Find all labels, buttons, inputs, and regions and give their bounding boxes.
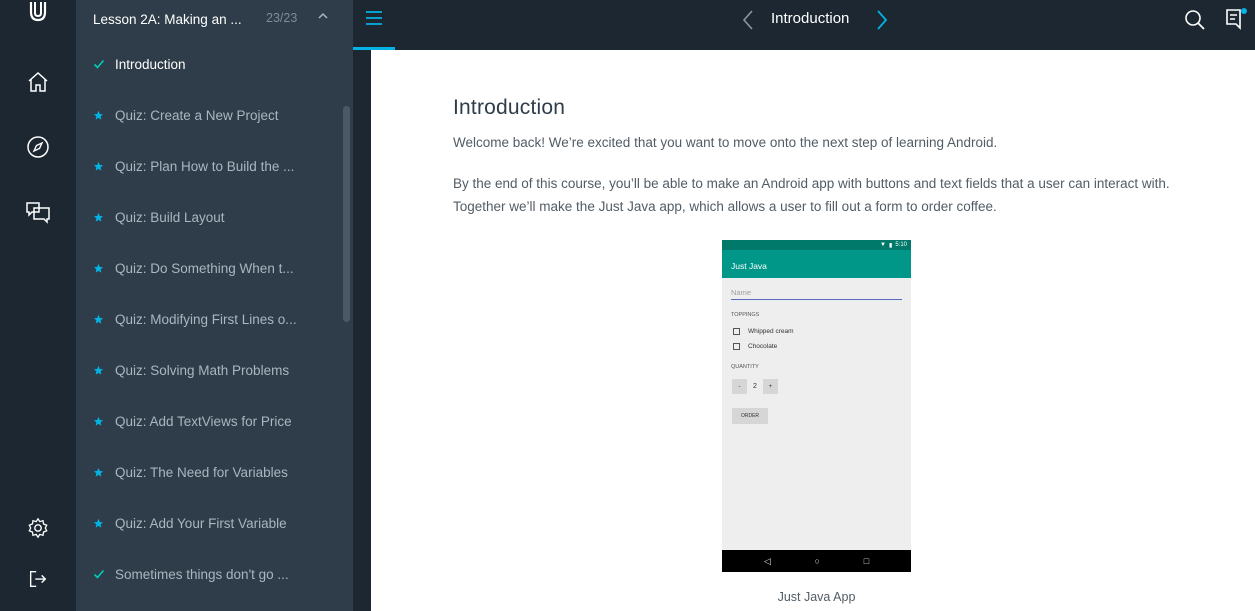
phone-name-field: Name [731,288,902,300]
wifi-icon: ▼ [880,242,886,248]
settings-icon[interactable] [0,517,76,539]
checkbox-icon [733,343,740,350]
compass-icon[interactable] [0,135,76,159]
phone-plus: + [762,379,778,394]
search-icon[interactable] [1183,8,1207,37]
phone-topping-2-label: Chocolate [748,343,778,350]
checkbox-icon [733,328,740,335]
concept-item[interactable]: Quiz: Modifying First Lines o... [76,299,341,339]
concept-item[interactable]: Quiz: The Need for Variables [76,452,341,492]
checkmark-icon [93,568,115,580]
star-icon [93,365,115,376]
concept-item[interactable]: Introduction [76,44,341,84]
concept-item-label: Quiz: The Need for Variables [115,464,288,480]
top-bar: Introduction [353,0,1255,50]
concept-item[interactable]: Sometimes things don't go ... [76,554,341,594]
icon-rail [0,0,76,611]
concept-title: Introduction [771,10,850,27]
concept-item[interactable]: Quiz: Do Something When t... [76,248,341,288]
star-icon [93,110,115,121]
battery-icon: ▮ [889,242,893,249]
lesson-content: Introduction Welcome back! We’re excited… [371,50,1255,611]
phone-status-bar: ▼ ▮ 5:10 [722,240,911,250]
just-java-app-image: ▼ ▮ 5:10 Just Java Name TOPPINGS Whipped… [722,240,911,572]
concept-item-label: Quiz: Create a New Project [115,107,279,123]
phone-topping-2: Chocolate [733,343,777,350]
home-icon[interactable] [0,70,76,94]
phone-order-button: ORDER [732,408,768,424]
concept-item-label: Introduction [115,56,186,72]
concept-item-label: Quiz: Add Your First Variable [115,515,287,531]
content-heading: Introduction [453,96,566,119]
concept-item-label: Quiz: Modifying First Lines o... [115,311,297,327]
star-icon [93,518,115,529]
previous-chevron-icon[interactable] [741,8,755,37]
lesson-title: Lesson 2A: Making an ... [93,11,242,27]
phone-quantity-stepper: - 2 + [732,379,778,394]
phone-toppings-label: TOPPINGS [731,312,760,318]
content-paragraph-1: Welcome back! We’re excited that you wan… [453,135,998,150]
phone-quantity-label: QUANTITY [731,364,759,370]
logout-icon[interactable] [0,568,76,590]
concept-item-label: Quiz: Build Layout [115,209,225,225]
phone-app-bar: Just Java [722,250,911,278]
phone-minus: - [732,379,747,394]
star-icon [93,263,115,274]
phone-topping-1: Whipped cream [733,328,794,335]
concept-item[interactable]: Quiz: Add TextViews for Price [76,401,341,441]
panel-gutter [353,0,371,611]
chevron-up-icon[interactable] [317,9,329,27]
star-icon [93,416,115,427]
udacity-logo-icon[interactable] [0,2,76,24]
phone-time: 5:10 [895,242,907,248]
concept-item-label: Quiz: Solving Math Problems [115,362,290,378]
back-icon: ◁ [763,555,771,566]
lesson-panel: Lesson 2A: Making an ... 23/23 Introduct… [76,0,353,611]
concept-item-label: Quiz: Do Something When t... [115,260,294,276]
hamburger-icon [366,11,382,25]
lesson-progress-count: 23/23 [266,11,298,25]
concept-item[interactable]: Quiz: Plan How to Build the ... [76,146,341,186]
concept-item[interactable]: Quiz: Add Your First Variable [76,503,341,543]
concept-item[interactable]: Quiz: Build Layout [76,197,341,237]
home-circle-icon: ○ [814,556,820,566]
panel-scrollbar[interactable] [343,106,350,322]
checkmark-icon [93,58,115,70]
concept-item-label: Quiz: Plan How to Build the ... [115,158,295,174]
star-icon [93,161,115,172]
chat-icon[interactable] [0,200,76,224]
next-chevron-icon[interactable] [875,8,889,37]
phone-topping-1-label: Whipped cream [748,328,794,335]
star-icon [93,314,115,325]
notes-icon[interactable] [1223,7,1249,38]
concept-item-label: Quiz: Add TextViews for Price [115,413,292,429]
concept-item[interactable]: Quiz: Create a New Project [76,95,341,135]
lesson-header[interactable]: Lesson 2A: Making an ... 23/23 [76,0,353,38]
phone-quantity-value: 2 [753,383,757,390]
star-icon [93,467,115,478]
concept-item[interactable]: Quiz: Solving Math Problems [76,350,341,390]
menu-button[interactable] [353,0,395,50]
phone-nav-bar: ◁ ○ □ [722,550,911,572]
image-caption: Just Java App [777,590,856,604]
recents-icon: □ [863,556,870,566]
star-icon [93,212,115,223]
concept-item-label: Sometimes things don't go ... [115,566,289,582]
content-paragraph-2: By the end of this course, you’ll be abl… [453,176,1170,214]
